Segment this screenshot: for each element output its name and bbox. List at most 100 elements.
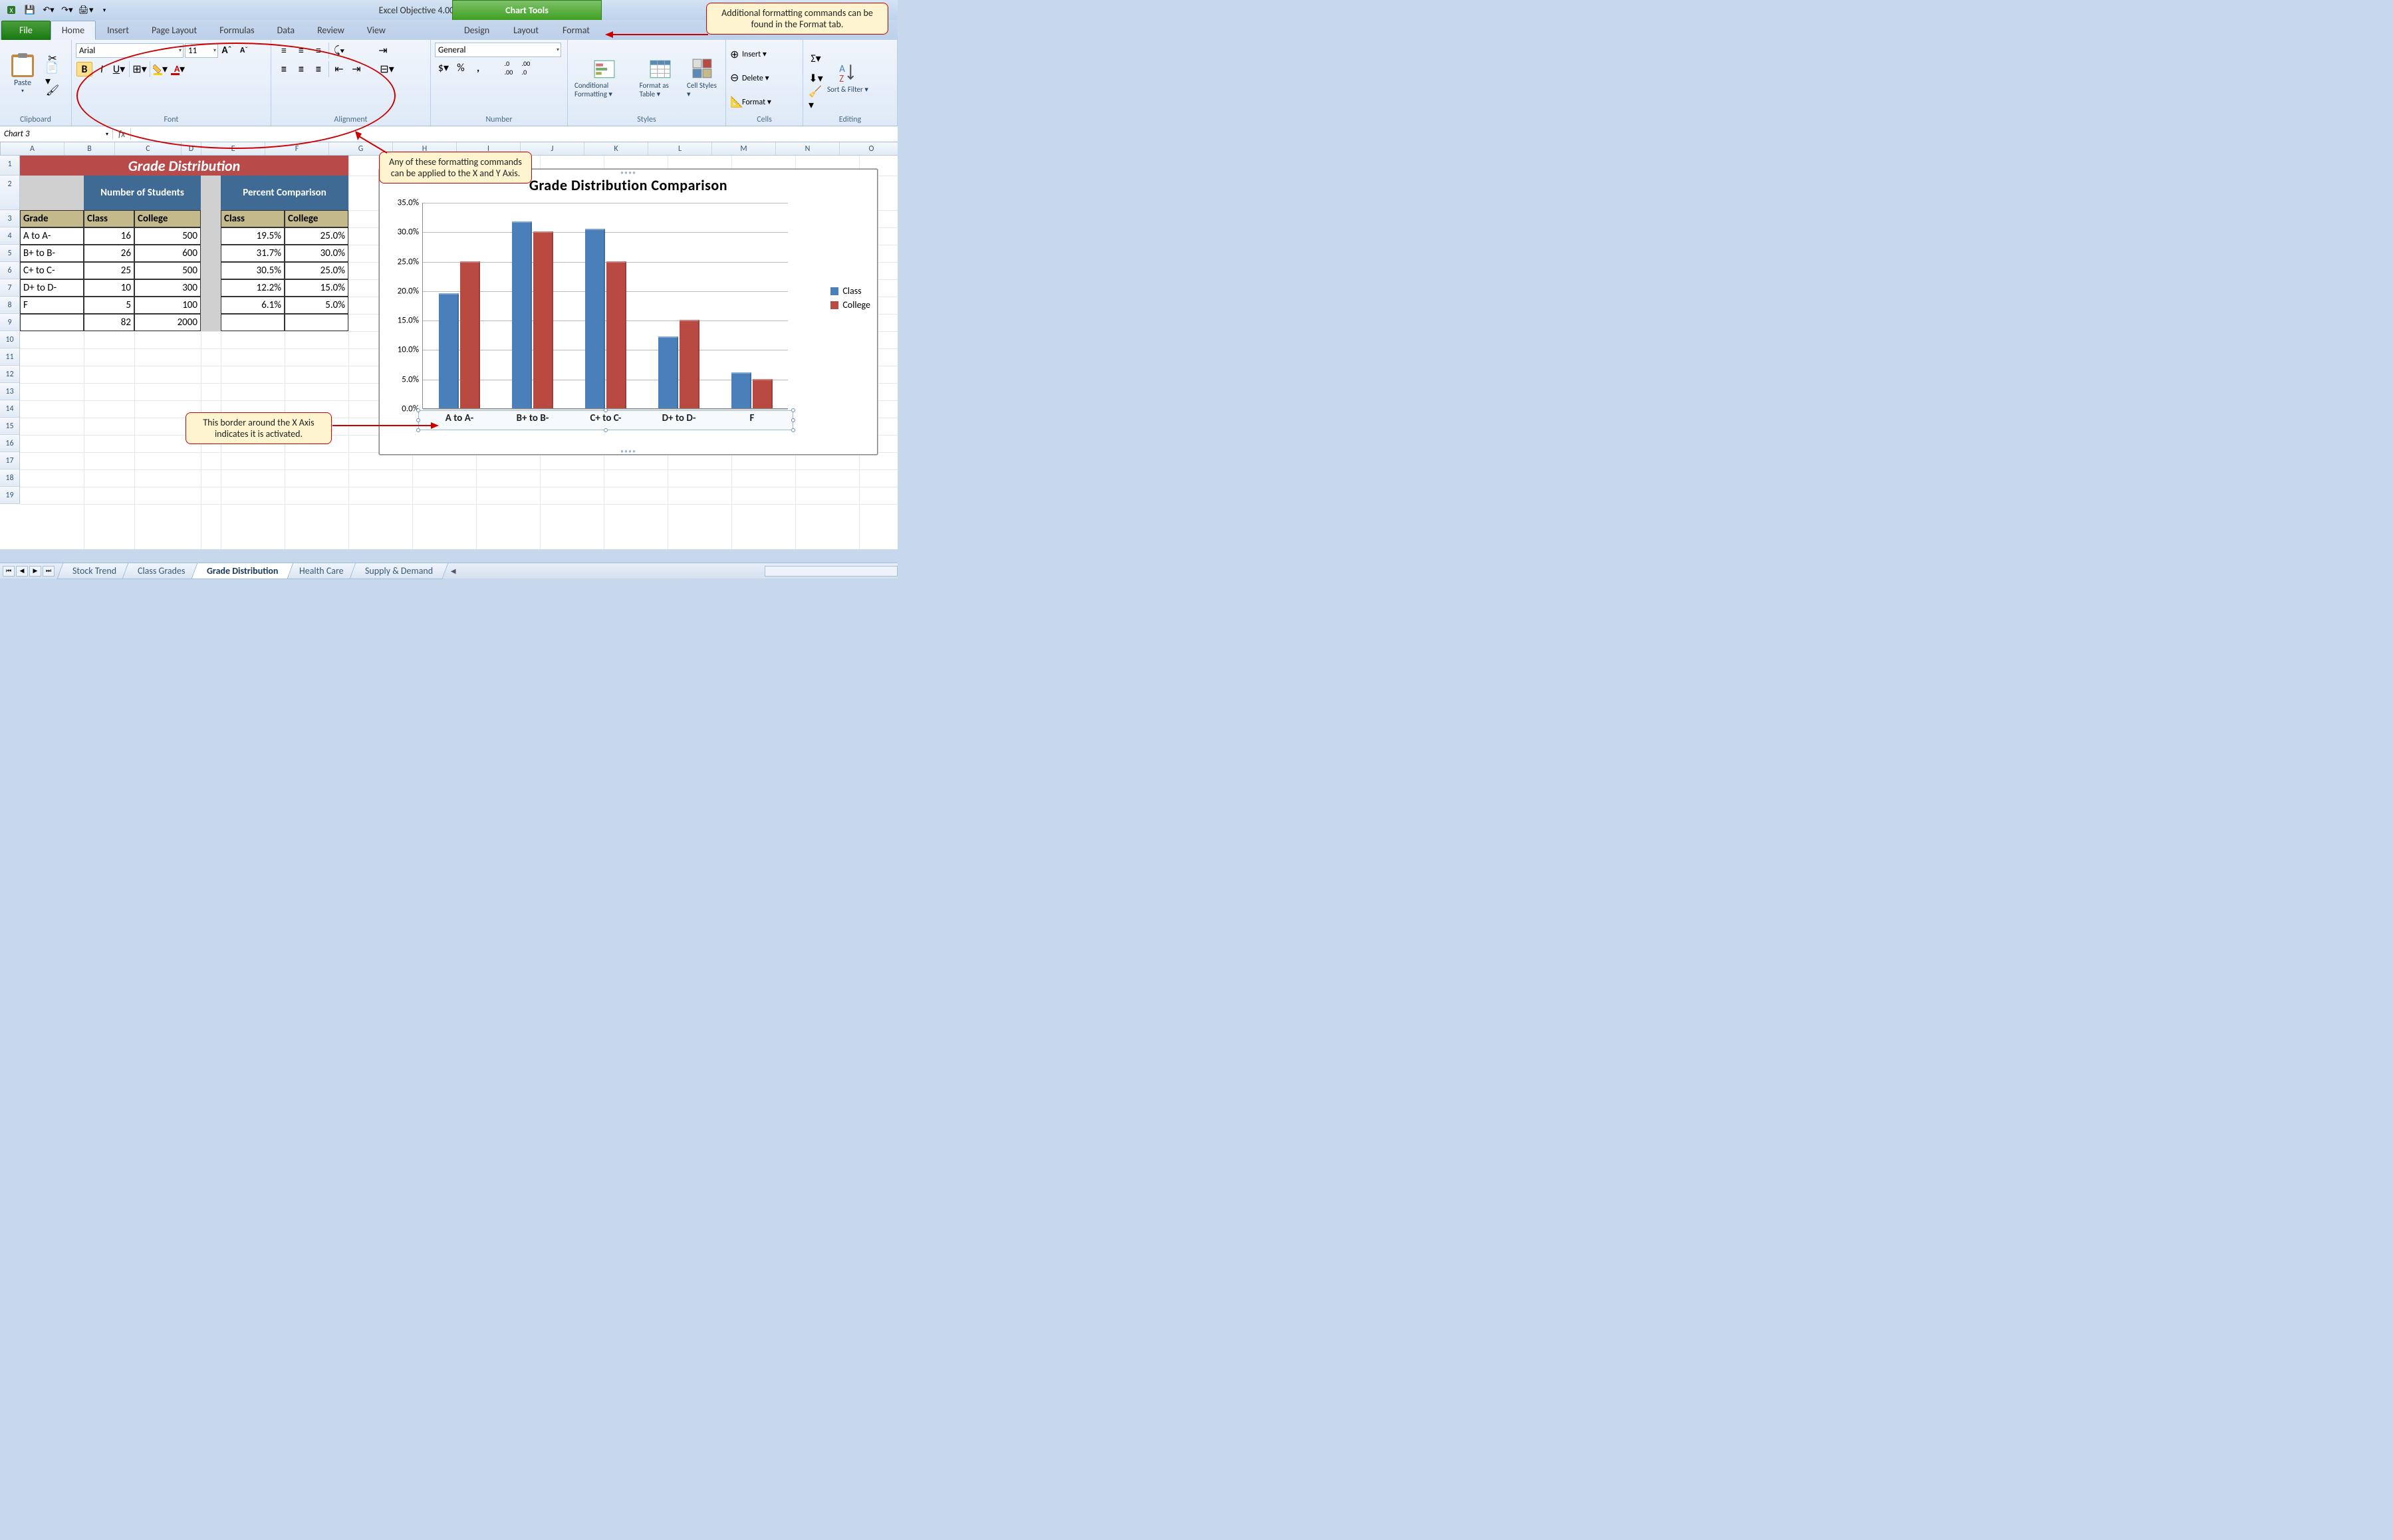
accounting-format-icon[interactable]: $▾ [436,61,451,75]
fill-icon[interactable]: ⬇▾ [808,71,824,86]
row-header-18[interactable]: 18 [0,469,20,487]
align-middle-icon[interactable]: ≡ [293,43,309,58]
autosum-icon[interactable]: Σ▾ [808,51,824,66]
col-header-E[interactable]: E [201,142,265,155]
fill-color-button[interactable]: ▾ [152,62,168,76]
increase-decimal-icon[interactable]: .0.00 [501,61,517,75]
table-row[interactable]: B+ to B- [20,245,84,262]
col-header-N[interactable]: N [776,142,840,155]
qat-customize-icon[interactable]: ▾ [96,3,113,17]
increase-indent-icon[interactable]: ⇥ [348,62,364,76]
cell-styles-button[interactable]: Cell Styles ▾ [684,57,721,99]
table-row[interactable]: 500 [134,262,201,279]
wrap-text-icon[interactable]: ⇥ [375,43,391,58]
table-total[interactable] [285,314,348,331]
sort-filter-button[interactable]: AZSort & Filter ▾ [824,61,871,95]
table-cell[interactable] [201,262,221,279]
table-row[interactable]: 5.0% [285,297,348,314]
delete-cells-button[interactable]: ⊖Delete ▾ [730,71,799,84]
table-row[interactable]: 600 [134,245,201,262]
col-header-L[interactable]: L [648,142,712,155]
table-subheader[interactable]: Class [84,210,134,227]
fx-icon[interactable]: fx [113,128,131,140]
table-subheader[interactable]: College [285,210,348,227]
sheet-nav-last-icon[interactable]: ⏭ [43,566,55,577]
table-subheader[interactable]: Grade [20,210,84,227]
sheet-nav-first-icon[interactable]: ⏮ [3,566,15,577]
decrease-font-icon[interactable]: Aˇ [236,43,252,58]
table-row[interactable]: 30.5% [221,262,285,279]
sheet-nav-next-icon[interactable]: ▶ [29,566,41,577]
col-header-K[interactable]: K [584,142,648,155]
row-header-4[interactable]: 4 [0,227,20,245]
sheet-nav-prev-icon[interactable]: ◀ [16,566,28,577]
print-icon[interactable]: 🖨▾ [77,3,94,17]
bar[interactable] [658,336,678,408]
align-bottom-icon[interactable]: ≡ [311,43,326,58]
sheet-tab-supply-demand[interactable]: Supply & Demand [349,563,448,579]
paste-button[interactable]: Paste ▾ [4,53,41,96]
bar[interactable] [533,231,553,408]
table-subheader[interactable]: College [134,210,201,227]
table-row[interactable]: 12.2% [221,279,285,297]
percent-format-icon[interactable]: % [453,61,469,75]
table-cell[interactable] [201,176,221,210]
decrease-indent-icon[interactable]: ⇤ [331,62,347,76]
row-header-17[interactable]: 17 [0,452,20,469]
table-header[interactable]: Number of Students [84,176,201,210]
number-format-combo[interactable]: General▾ [435,43,561,57]
decrease-decimal-icon[interactable]: .00.0 [518,61,534,75]
table-row[interactable]: 10 [84,279,134,297]
table-row[interactable]: 16 [84,227,134,245]
insert-cells-button[interactable]: ⊕Insert ▾ [730,48,799,61]
font-color-button[interactable]: A▾ [170,62,186,76]
tab-home[interactable]: Home [51,21,96,40]
tab-format[interactable]: Format [555,21,597,40]
sheet-tab-grade-distribution[interactable]: Grade Distribution [191,563,294,579]
clear-icon[interactable]: 🧹▾ [808,91,824,106]
redo-icon[interactable]: ↷▾ [59,3,76,17]
col-header-C[interactable]: C [115,142,182,155]
file-tab[interactable]: File [1,21,51,40]
align-right-icon[interactable]: ≡ [311,62,326,76]
row-header-14[interactable]: 14 [0,400,20,418]
row-header-1[interactable]: 1 [0,156,20,176]
table-cell[interactable] [201,227,221,245]
row-header-13[interactable]: 13 [0,383,20,400]
row-header-6[interactable]: 6 [0,262,20,279]
worksheet-grid[interactable]: ABCDEFGHIJKLMNOP 12345678910111213141516… [0,142,898,549]
table-row[interactable]: 31.7% [221,245,285,262]
comma-format-icon[interactable]: , [470,61,486,75]
table-row[interactable]: 100 [134,297,201,314]
italic-button[interactable]: I [94,62,110,76]
row-header-5[interactable]: 5 [0,245,20,262]
name-box[interactable]: Chart 3▾ [0,129,113,139]
bar[interactable] [439,293,459,408]
col-header-A[interactable]: A [1,142,64,155]
conditional-formatting-button[interactable]: Conditional Formatting ▾ [572,57,637,99]
col-header-D[interactable]: D [182,142,201,155]
align-left-icon[interactable]: ≡ [276,62,292,76]
table-row[interactable]: 15.0% [285,279,348,297]
row-header-19[interactable]: 19 [0,487,20,504]
table-row[interactable]: 500 [134,227,201,245]
chart-legend[interactable]: Class College [830,283,870,313]
tab-data[interactable]: Data [266,21,306,40]
row-header-2[interactable]: 2 [0,176,20,210]
bar[interactable] [753,379,773,408]
bar[interactable] [512,221,532,408]
increase-font-icon[interactable]: Aˆ [219,43,235,58]
table-row[interactable]: 5 [84,297,134,314]
bar[interactable] [606,261,626,408]
table-header[interactable]: Percent Comparison [221,176,348,210]
table-row[interactable]: 30.0% [285,245,348,262]
table-row[interactable]: 26 [84,245,134,262]
table-cell[interactable] [20,176,84,210]
row-header-9[interactable]: 9 [0,314,20,331]
row-header-12[interactable]: 12 [0,366,20,383]
bar[interactable] [460,261,480,408]
table-total[interactable]: 82 [84,314,134,331]
col-header-F[interactable]: F [265,142,329,155]
table-total[interactable]: 2000 [134,314,201,331]
tab-layout[interactable]: Layout [506,21,546,40]
